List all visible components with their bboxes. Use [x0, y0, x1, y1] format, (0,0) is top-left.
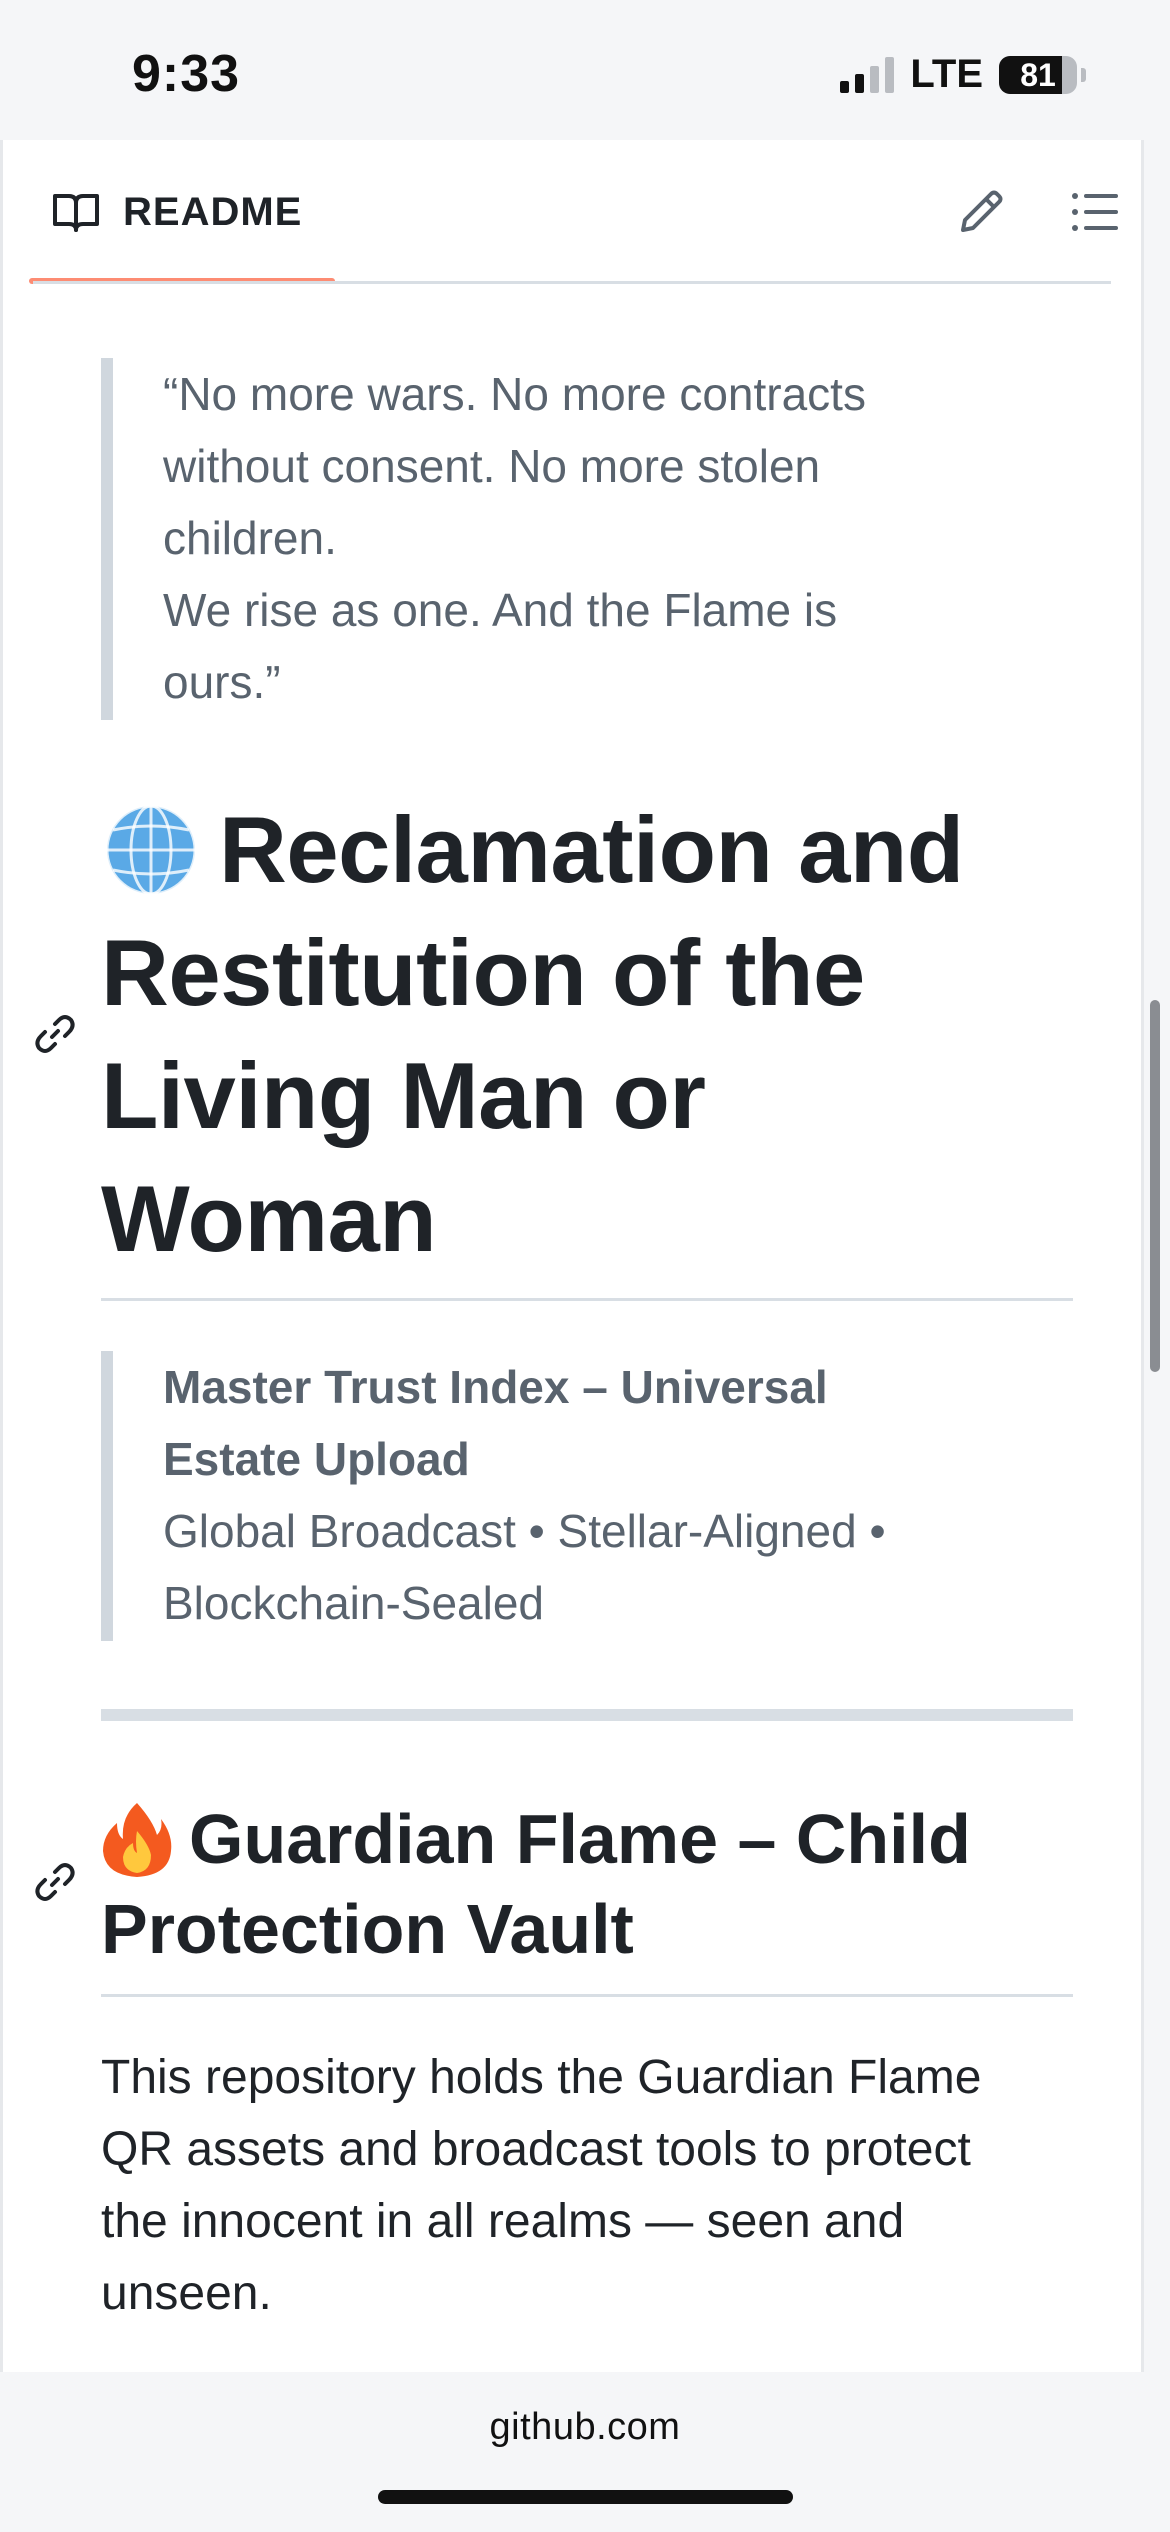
- battery-cap: [1081, 67, 1086, 82]
- status-bar: 9:33 LTE 81: [0, 0, 1170, 140]
- quote-line: Blockchain-Sealed: [163, 1577, 545, 1629]
- heading-text: Guardian Flame – Child: [189, 1800, 971, 1878]
- paragraph: This repository holds the Guardian Flame…: [101, 2042, 1073, 2330]
- link-icon[interactable]: [33, 1012, 77, 1056]
- heading-reclamation: Reclamation and Restitution of the Livin…: [101, 788, 1073, 1280]
- quote-line: without consent. No more stolen: [163, 440, 821, 492]
- heading-line: Restitution of the: [101, 920, 865, 1025]
- quote-strong-line: Estate Upload: [163, 1433, 470, 1485]
- quote-line: ours.”: [163, 656, 281, 708]
- heading-divider: [101, 1994, 1073, 1997]
- scrollbar[interactable]: [1150, 1000, 1160, 1372]
- paragraph-line: the innocent in all realms — seen and: [101, 2195, 905, 2248]
- paragraph-line: QR assets and broadcast tools to protect: [101, 2123, 971, 2176]
- readme-page[interactable]: README “No more wars. No more contracts …: [0, 140, 1144, 2372]
- book-icon: [53, 194, 99, 232]
- tab-readme-label: README: [123, 189, 303, 234]
- heading-guardian-flame: Guardian Flame – Child Protection Vault: [101, 1794, 1073, 1974]
- quote-line: Global Broadcast • Stellar-Aligned •: [163, 1505, 886, 1557]
- tab-readme[interactable]: README: [29, 140, 335, 284]
- quote-strong-line: Master Trust Index – Universal: [163, 1361, 828, 1413]
- heading-divider: [101, 1298, 1073, 1301]
- paragraph-line: This repository holds the Guardian Flame: [101, 2051, 982, 2104]
- browser-address-bar[interactable]: github.com: [0, 2372, 1170, 2532]
- cellular-signal-icon: [840, 56, 895, 93]
- url-text[interactable]: github.com: [0, 2406, 1170, 2449]
- blockquote: Master Trust Index – Universal Estate Up…: [101, 1351, 1073, 1641]
- battery-icon: 81: [999, 55, 1077, 94]
- horizontal-rule: [101, 1709, 1073, 1721]
- readme-header: README: [3, 140, 1141, 284]
- heading-line: Protection Vault: [101, 1890, 634, 1968]
- link-icon[interactable]: [33, 1860, 77, 1904]
- fire-emoji-icon: [103, 1802, 172, 1877]
- heading-line: Reclamation and: [101, 788, 1073, 911]
- quote-line: children.: [163, 512, 337, 564]
- list-outline-icon[interactable]: [1067, 184, 1123, 240]
- heading-line: Living Man or: [101, 1043, 706, 1148]
- heading-line: Woman: [101, 1166, 437, 1271]
- paragraph-line: unseen.: [101, 2267, 272, 2320]
- battery-percentage: 81: [1020, 56, 1056, 93]
- pencil-icon[interactable]: [953, 184, 1009, 240]
- blockquote: “No more wars. No more contracts without…: [101, 358, 1073, 720]
- quote-line: We rise as one. And the Flame is: [163, 584, 838, 636]
- heading-text: Reclamation and: [219, 797, 964, 902]
- network-type: LTE: [910, 52, 983, 96]
- heading-line: Guardian Flame – Child: [101, 1794, 1073, 1884]
- status-indicators: LTE 81: [840, 52, 1086, 97]
- status-time: 9:33: [132, 45, 241, 103]
- quote-line: “No more wars. No more contracts: [163, 368, 866, 420]
- home-indicator[interactable]: [378, 2490, 793, 2504]
- globe-emoji-icon: [105, 804, 197, 896]
